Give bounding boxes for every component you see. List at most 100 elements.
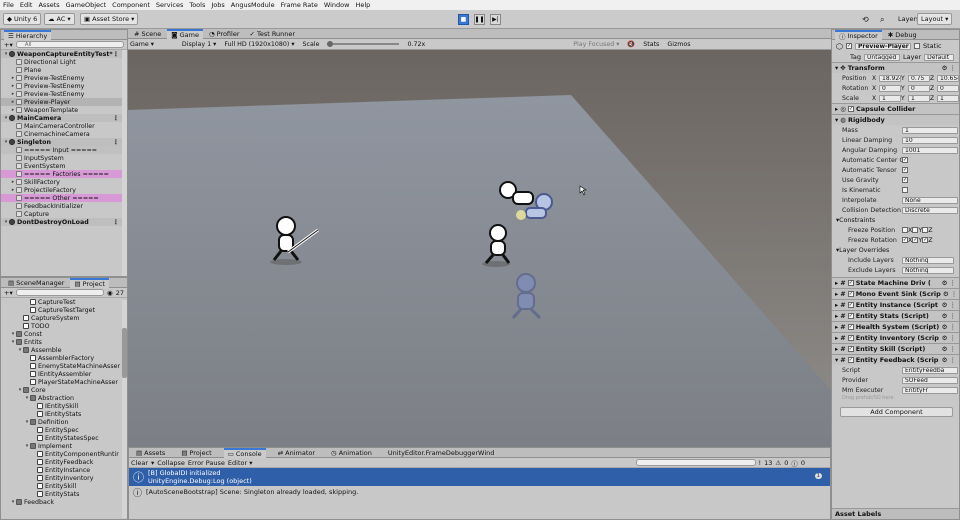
layer-dropdown[interactable]: Default: [924, 53, 955, 61]
tree-row[interactable]: CinemachineCamera: [1, 130, 127, 138]
tab-scene[interactable]: # Scene: [130, 29, 165, 39]
tab-animator[interactable]: ⇄ Animator: [274, 448, 319, 458]
tree-row[interactable]: ===== Other =====: [1, 194, 127, 202]
object-reference-field[interactable]: EntityFeedba: [902, 366, 958, 374]
tab-console[interactable]: ▭ Console: [223, 448, 266, 458]
script-component-header[interactable]: ▸ # ✓ Mono Event Sink (Scrip ⚙ ⋮: [832, 288, 959, 299]
tree-row[interactable]: InputSystem: [1, 154, 127, 162]
component-enabled-checkbox[interactable]: ✓: [847, 346, 854, 352]
game-viewport[interactable]: [128, 50, 831, 447]
object-reference-field[interactable]: EntityFr: [902, 386, 958, 394]
script-component-header[interactable]: ▸ # ✓ State Machine Driv (⚙ ⋮: [832, 277, 959, 288]
tree-row[interactable]: EntitySpec: [1, 426, 127, 434]
rigidbody-checkbox[interactable]: ✓: [902, 157, 908, 163]
mute-icon[interactable]: 🔇: [627, 40, 635, 48]
rigidbody-field[interactable]: None: [902, 196, 958, 204]
tab-hierarchy[interactable]: ☰ Hierarchy: [4, 30, 52, 40]
tab-project-bottom[interactable]: ▤ Project: [177, 448, 215, 458]
project-search-input[interactable]: [15, 289, 105, 296]
layer-overrides-foldout[interactable]: ▾ Layer Overrides: [832, 245, 959, 255]
menu-item-file[interactable]: File: [3, 1, 14, 9]
tree-row[interactable]: CaptureTestTarget: [1, 306, 127, 314]
object-reference-field[interactable]: SOFeed: [902, 376, 958, 384]
scroll-thumb[interactable]: [122, 328, 127, 378]
capsule-collider-header[interactable]: ▸ ◎ ✓ Capsule Collider: [832, 103, 959, 114]
folder-row[interactable]: ▾ Assemble: [1, 346, 127, 354]
component-enabled-checkbox[interactable]: ✓: [847, 313, 854, 319]
tree-row[interactable]: EntityStatesSpec: [1, 434, 127, 442]
component-menu-icon[interactable]: ⚙ ⋮: [942, 312, 956, 320]
log-entry-selected[interactable]: ⓘ [B] GlobalDI initialized UnityEngine.D…: [129, 468, 830, 486]
error-pause-toggle[interactable]: Error Pause: [188, 459, 225, 467]
tab-scenemanager[interactable]: ▤ SceneManager: [4, 278, 68, 288]
account-button[interactable]: ◆ Unity 6: [3, 13, 42, 25]
menu-item-help[interactable]: Help: [355, 1, 370, 9]
tree-row[interactable]: ===== Input =====: [1, 146, 127, 154]
transform-header[interactable]: ▾ ✥ Transform ⚙ ⋮: [832, 62, 959, 73]
rigidbody-checkbox[interactable]: ✓: [902, 167, 908, 173]
rigidbody-field[interactable]: Discrete: [902, 206, 958, 214]
freeze-rot-y[interactable]: ✓: [912, 237, 919, 243]
tab-debug[interactable]: ✱ Debug: [884, 30, 921, 40]
transform-position-z-field[interactable]: 10.654: [937, 74, 959, 82]
editor-dropdown[interactable]: Editor ▾: [228, 459, 253, 467]
menu-item-gameobject[interactable]: GameObject: [66, 1, 107, 9]
scene-row[interactable]: ▾ Singleton ⋮: [1, 138, 127, 146]
add-component-button[interactable]: Add Component: [840, 407, 953, 417]
freeze-pos-y[interactable]: [912, 227, 919, 233]
tag-dropdown[interactable]: Untagged: [864, 53, 901, 61]
rigidbody-checkbox[interactable]: [902, 187, 908, 193]
component-menu-icon[interactable]: ⚙ ⋮: [942, 323, 956, 331]
active-checkbox[interactable]: ✓: [845, 43, 852, 49]
freeze-pos-z[interactable]: [922, 227, 929, 233]
log-entry[interactable]: ⓘ [AutoSceneBootstrap] Scene: Singleton …: [129, 486, 830, 499]
freeze-rot-z[interactable]: ✓: [922, 237, 929, 243]
tree-row[interactable]: EntityInstance: [1, 466, 127, 474]
tree-row[interactable]: ▸ Preview-Player: [1, 98, 127, 106]
script-component-header[interactable]: ▸ # ✓ Health System (Script) ⚙ ⋮: [832, 321, 959, 332]
script-component-header[interactable]: ▸ # ✓ Entity Skill (Script) ⚙ ⋮: [832, 343, 959, 354]
menu-item-window[interactable]: Window: [324, 1, 350, 9]
folder-row[interactable]: ▾ Implement: [1, 442, 127, 450]
hierarchy-search-input[interactable]: All: [15, 41, 124, 48]
folder-row[interactable]: ▾ Feedback: [1, 498, 127, 506]
project-scrollbar[interactable]: [122, 300, 127, 518]
scene-menu-icon[interactable]: ⋮: [113, 139, 119, 146]
component-menu-icon[interactable]: ⚙ ⋮: [942, 334, 956, 342]
tree-row[interactable]: ▸ SkillFactory: [1, 178, 127, 186]
script-component-header[interactable]: ▸ # ✓ Entity Stats (Script) ⚙ ⋮: [832, 310, 959, 321]
scale-slider[interactable]: [327, 41, 400, 47]
component-enabled-checkbox[interactable]: ✓: [847, 324, 854, 330]
add-icon[interactable]: +▾: [4, 289, 13, 297]
folder-row[interactable]: ▾ Definition: [1, 418, 127, 426]
scene-menu-icon[interactable]: ⋮: [113, 219, 119, 226]
menu-item-frame-rate[interactable]: Frame Rate: [281, 1, 318, 9]
exclude-layers-dropdown[interactable]: Nothing: [902, 266, 954, 274]
tree-row[interactable]: AssemblerFactory: [1, 354, 127, 362]
rigidbody-field[interactable]: 10: [902, 136, 958, 144]
capsule-enabled-checkbox[interactable]: ✓: [847, 106, 854, 112]
component-menu-icon[interactable]: ⚙ ⋮: [942, 356, 956, 364]
tree-row[interactable]: CaptureTest: [1, 298, 127, 306]
tab-profiler[interactable]: ◔ Profiler: [205, 29, 244, 39]
stats-button[interactable]: Stats: [643, 41, 659, 48]
rigidbody-field[interactable]: 1001: [902, 146, 958, 154]
static-checkbox[interactable]: [913, 43, 920, 49]
tree-row[interactable]: Directional Light: [1, 58, 127, 66]
transform-scale-y-field[interactable]: 1: [908, 94, 930, 102]
component-enabled-checkbox[interactable]: ✓: [847, 335, 854, 341]
transform-scale-z-field[interactable]: 1: [937, 94, 959, 102]
tab-project[interactable]: ▤ Project: [70, 278, 109, 288]
step-button[interactable]: ▶|: [490, 14, 501, 25]
component-menu-icon[interactable]: ⚙ ⋮: [942, 345, 956, 353]
eye-icon[interactable]: ◉: [107, 289, 113, 297]
scene-row[interactable]: ▾ DontDestroyOnLoad ⋮: [1, 218, 127, 226]
tree-row[interactable]: EnemyStateMachineAsser: [1, 362, 127, 370]
asset-store-button[interactable]: ▣ Asset Store ▾: [80, 13, 139, 25]
scene-menu-icon[interactable]: ⋮: [113, 51, 119, 58]
display-dropdown[interactable]: Display 1 ▾: [182, 41, 216, 48]
tree-row[interactable]: EntityStats: [1, 490, 127, 498]
folder-row[interactable]: ▾ Abstraction: [1, 394, 127, 402]
tree-row[interactable]: EntityComponentRuntir: [1, 450, 127, 458]
gizmos-button[interactable]: Gizmos: [667, 41, 690, 48]
